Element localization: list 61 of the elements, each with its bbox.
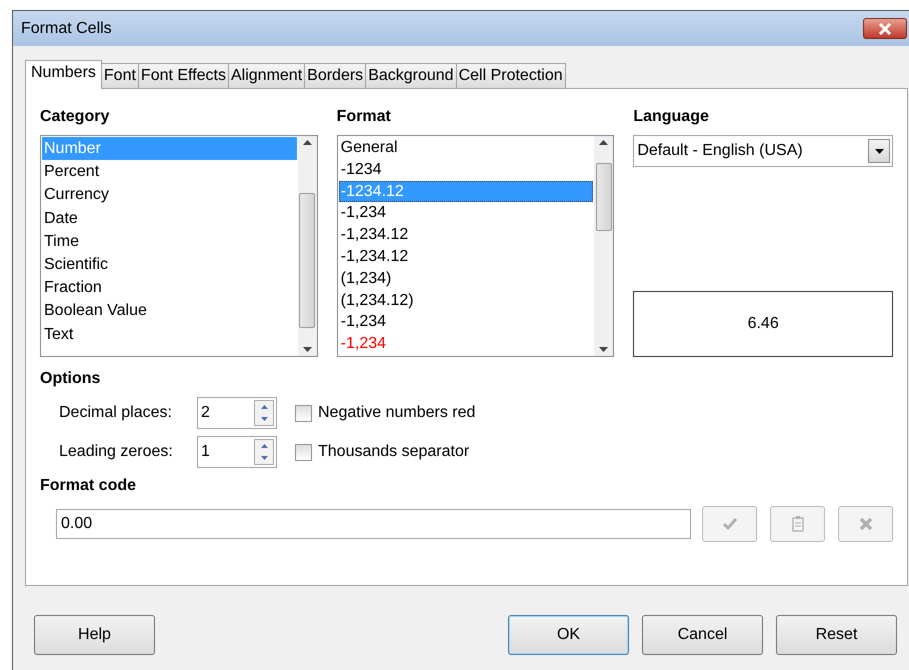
checkbox[interactable]: Negative numbers red	[295, 401, 476, 425]
scroll-down-icon[interactable]	[302, 347, 312, 352]
accept-icon	[720, 515, 738, 533]
list-item[interactable]: (1,234)	[338, 268, 594, 290]
tab[interactable]: Background	[365, 63, 457, 88]
scroll-down-icon[interactable]	[599, 347, 608, 352]
list-item[interactable]: Scientific	[42, 252, 297, 276]
list-item[interactable]: Time	[42, 230, 297, 253]
spin-up-icon[interactable]	[260, 405, 268, 409]
list-item[interactable]: (1,234.12)	[338, 290, 594, 312]
list-item[interactable]: Currency	[42, 183, 297, 207]
spin-buttons[interactable]	[254, 439, 274, 465]
window-title: Format Cells	[21, 18, 112, 38]
list-item[interactable]: -1,234.12	[338, 246, 594, 268]
scroll-up-icon[interactable]	[599, 140, 608, 145]
language-label: Language	[633, 107, 710, 127]
number-field[interactable]: 2	[198, 400, 254, 426]
checkbox[interactable]: Thousands separator	[295, 440, 470, 464]
preview-value: 6.46	[748, 314, 779, 334]
spin-down-icon[interactable]	[260, 456, 268, 460]
dialog-button[interactable]: Reset	[776, 615, 897, 655]
dropdown-arrow-icon	[874, 148, 884, 154]
number-field[interactable]: 1	[198, 439, 254, 465]
dialog-button[interactable]: OK	[508, 615, 629, 655]
tab[interactable]: Borders	[304, 63, 366, 88]
list-item[interactable]: -1,234	[338, 202, 594, 224]
format-code-field[interactable]: 0.00	[56, 509, 691, 539]
dialog-button[interactable]: Cancel	[642, 615, 763, 655]
options-label: Options	[40, 369, 102, 389]
list-item[interactable]: -1,234	[338, 311, 594, 334]
format-label: Format	[336, 107, 392, 127]
list-item[interactable]: -1,234	[338, 333, 594, 355]
format-code-label: Format code	[40, 476, 138, 496]
list-item[interactable]: General	[338, 137, 594, 159]
scrollbar-thumb[interactable]	[299, 193, 316, 328]
list-item[interactable]: Percent	[42, 160, 297, 184]
list-item[interactable]: Boolean Value	[42, 299, 297, 322]
close-button[interactable]	[863, 18, 907, 39]
close-icon	[878, 22, 892, 34]
tab[interactable]: Alignment	[228, 63, 306, 88]
spin-box[interactable]: 2	[197, 397, 277, 429]
list-item[interactable]: -1,234.12	[338, 224, 594, 246]
list-item[interactable]: -1234	[338, 158, 594, 181]
spin-up-icon[interactable]	[260, 444, 268, 448]
list-item[interactable]: Fraction	[42, 276, 297, 300]
tab[interactable]: Font	[100, 63, 139, 88]
spin-down-icon[interactable]	[260, 417, 268, 421]
list-item[interactable]: Text	[42, 322, 297, 346]
scroll-up-icon[interactable]	[302, 140, 312, 145]
tab[interactable]: Numbers	[25, 60, 102, 89]
language-dropdown[interactable]: Default - English (USA)	[633, 135, 893, 167]
field-label: Leading zeroes:	[59, 442, 174, 462]
spin-buttons[interactable]	[254, 400, 274, 426]
spin-box[interactable]: 1	[197, 436, 277, 468]
tab[interactable]: Font Effects	[138, 63, 229, 88]
dialog-button[interactable]: Help	[34, 615, 155, 655]
tab[interactable]: Cell Protection	[456, 63, 566, 88]
list-item[interactable]: Date	[42, 206, 297, 230]
category-label: Category	[40, 107, 110, 127]
scrollbar-thumb[interactable]	[596, 163, 612, 231]
field-label: Decimal places:	[59, 403, 173, 423]
